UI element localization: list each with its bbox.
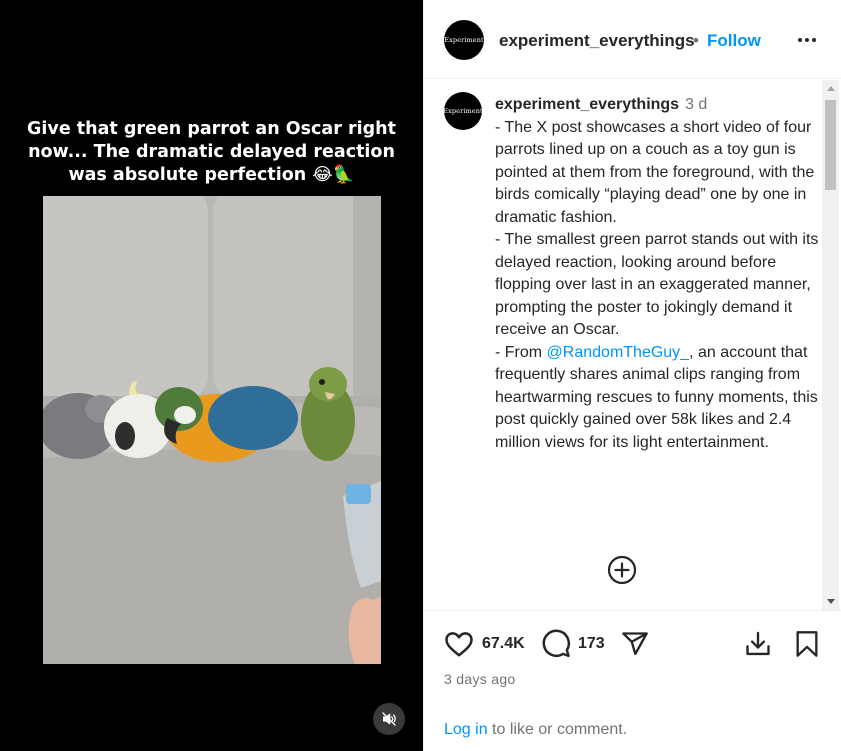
caption-line-1: Give that green parrot an Oscar right	[27, 119, 396, 139]
comment-avatar[interactable]: Experiment	[444, 92, 482, 130]
scroll-up-arrow-icon[interactable]	[822, 80, 839, 97]
plus-circle-icon	[607, 555, 637, 585]
caption-paragraph-1: - The X post showcases a short video of …	[495, 118, 815, 226]
caption-line-2: now... The dramatic delayed reaction	[28, 142, 395, 162]
heart-icon	[445, 632, 473, 657]
speaker-muted-icon	[382, 712, 396, 726]
caption-paragraph-3: - From @RandomTheGuy_, an account that f…	[495, 342, 820, 455]
post-side-panel: Experiment experiment_everythings • Foll…	[423, 0, 841, 751]
login-link[interactable]: Log in	[444, 721, 488, 738]
post-actions-bar: 67.4K 173 3 days ago Log in to like or c…	[424, 610, 841, 751]
comment-button[interactable]	[541, 629, 571, 664]
download-button[interactable]	[743, 630, 773, 663]
comments-section: Experiment experiment_everythings 3 d - T…	[424, 80, 841, 610]
video-caption: Give that green parrot an Oscar right no…	[20, 118, 403, 187]
comment-icon	[542, 629, 571, 658]
share-button[interactable]	[620, 630, 650, 663]
caption-timestamp[interactable]: 3 d	[685, 96, 707, 113]
login-prompt: Log in to like or comment.	[444, 721, 627, 739]
comment-avatar-logo-text: Experiment	[444, 107, 482, 115]
save-button[interactable]	[794, 630, 820, 663]
post-caption: experiment_everythings 3 d - The X post s…	[495, 94, 820, 454]
mute-toggle-button[interactable]	[373, 703, 405, 735]
account-username-link[interactable]: experiment_everythings	[499, 31, 695, 51]
account-avatar[interactable]: Experiment	[444, 20, 484, 60]
caption-line-3: was absolute perfection 😂🦜	[68, 165, 355, 185]
download-icon	[746, 631, 770, 656]
more-options-button[interactable]	[792, 28, 822, 52]
more-horizontal-icon	[798, 38, 802, 42]
caption-username-link[interactable]: experiment_everythings	[495, 96, 679, 113]
load-more-comments-button[interactable]	[607, 555, 637, 585]
parrots-video-frame[interactable]	[43, 196, 381, 664]
avatar-logo-text: Experiment	[444, 36, 484, 44]
scroll-down-arrow-icon[interactable]	[822, 593, 839, 610]
like-button[interactable]	[444, 630, 474, 663]
comments-scrollbar[interactable]	[822, 80, 839, 610]
scrollbar-thumb[interactable]	[825, 100, 836, 190]
login-prompt-text: to like or comment.	[487, 721, 628, 738]
mention-link[interactable]: @RandomTheGuy_	[547, 344, 690, 361]
share-icon	[622, 632, 648, 656]
caption-paragraph-2: - The smallest green parrot stands out w…	[495, 231, 819, 338]
comment-count[interactable]: 173	[578, 635, 605, 653]
bookmark-icon	[796, 631, 818, 657]
follow-button[interactable]: Follow	[707, 31, 761, 51]
post-header: Experiment experiment_everythings • Foll…	[424, 0, 841, 79]
caption-p3-prefix: - From	[495, 343, 547, 361]
post-media[interactable]: Give that green parrot an Oscar right no…	[0, 0, 423, 751]
like-count[interactable]: 67.4K	[482, 635, 525, 653]
post-date[interactable]: 3 days ago	[444, 671, 516, 687]
separator-dot: •	[693, 31, 699, 50]
